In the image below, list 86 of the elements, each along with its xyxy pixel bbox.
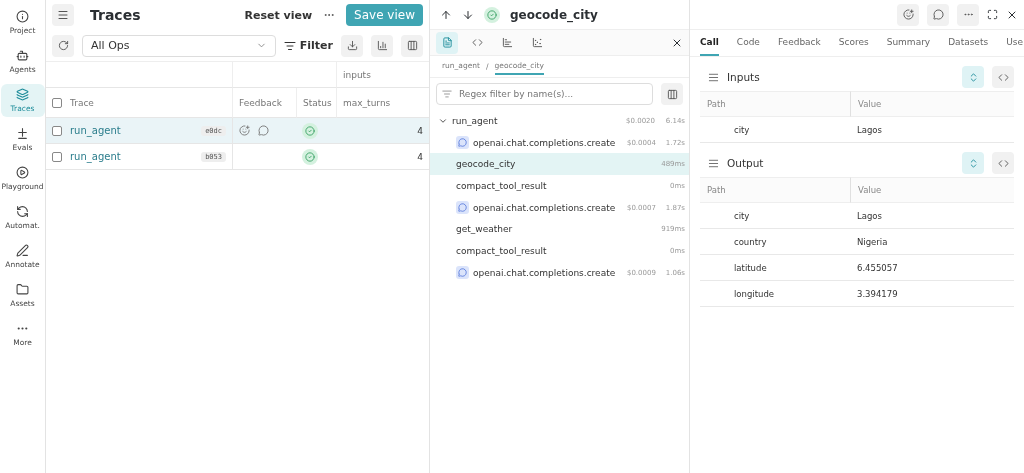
- value-cell: 6.455057: [850, 255, 1014, 281]
- trace-link[interactable]: run_agent: [70, 125, 194, 136]
- chat-icon: [456, 201, 469, 215]
- value-cell: Nigeria: [850, 229, 1014, 255]
- layers-icon: [16, 88, 29, 101]
- column-header: Status: [303, 97, 332, 108]
- path-header: Path: [700, 91, 850, 117]
- download-icon: [346, 40, 358, 51]
- section-title: Inputs: [727, 71, 761, 83]
- path-cell: city: [700, 117, 850, 143]
- columns-button[interactable]: [661, 83, 683, 105]
- max-turns-value: 4: [417, 151, 423, 162]
- detail-tab[interactable]: Use: [1006, 30, 1023, 56]
- detail-tab[interactable]: Feedback: [777, 30, 821, 56]
- column-header: Feedback: [239, 97, 282, 108]
- info-icon: [16, 10, 29, 23]
- robot-icon: [16, 49, 29, 62]
- refresh-icon: [57, 40, 69, 51]
- list-icon: [708, 157, 719, 169]
- chat-icon: [456, 266, 469, 280]
- bar-chart-icon: [501, 37, 513, 48]
- filter-button[interactable]: Filter: [283, 39, 333, 52]
- document-view-tab[interactable]: [436, 31, 458, 54]
- code-view-button[interactable]: [992, 152, 1014, 174]
- detail-tab[interactable]: Call: [700, 30, 719, 56]
- play-icon: [16, 166, 29, 179]
- path-header: Path: [700, 177, 850, 203]
- code-icon: [471, 37, 483, 48]
- detail-tab[interactable]: Datasets: [948, 30, 989, 56]
- next-arrow-icon[interactable]: [462, 8, 474, 21]
- columns-button[interactable]: [401, 34, 423, 57]
- path-cell: latitude: [700, 255, 850, 281]
- document-icon: [441, 37, 453, 48]
- detail-tab[interactable]: Code: [736, 30, 760, 56]
- max-turns-value: 4: [417, 125, 423, 136]
- page-title: Traces: [90, 7, 142, 23]
- add-reaction-button[interactable]: [897, 3, 919, 26]
- value-header: Value: [850, 177, 1014, 203]
- ops-select[interactable]: All Ops: [82, 34, 276, 57]
- column-header: Trace: [70, 97, 94, 108]
- value-cell: Lagos: [850, 117, 1014, 143]
- reset-view-button[interactable]: Reset view: [244, 8, 313, 22]
- column-header: max_turns: [343, 97, 391, 108]
- code-icon: [997, 71, 1009, 83]
- columns-icon: [406, 40, 418, 51]
- add-reaction-icon: [239, 125, 250, 136]
- select-all-checkbox[interactable]: [52, 97, 62, 108]
- row-checkbox[interactable]: [52, 151, 62, 162]
- code-icon: [997, 157, 1009, 169]
- pen-icon: [16, 244, 29, 257]
- menu-icon: [57, 9, 69, 21]
- column-group-header: inputs: [343, 69, 371, 80]
- trace-link[interactable]: run_agent: [70, 151, 194, 162]
- folder-icon: [16, 283, 29, 296]
- path-cell: country: [700, 229, 850, 255]
- bar-chart-icon: [376, 40, 388, 51]
- add-reaction-icon: [902, 9, 914, 20]
- regex-filter-field[interactable]: Regex filter by name(s)...: [436, 83, 653, 105]
- list-icon: [708, 71, 719, 83]
- value-cell: 3.394179: [850, 281, 1014, 307]
- section-title: Output: [727, 157, 765, 169]
- comment-icon: [258, 125, 269, 136]
- call-title: geocode_city: [510, 7, 598, 22]
- plus-minus-icon: [16, 127, 29, 140]
- scatter-chart-icon: [531, 37, 543, 48]
- code-view-button[interactable]: [992, 66, 1014, 88]
- detail-tab[interactable]: Summary: [886, 30, 931, 56]
- row-checkbox[interactable]: [52, 125, 62, 136]
- detail-tab[interactable]: Scores: [838, 30, 869, 56]
- chat-icon: [456, 136, 469, 150]
- path-cell: city: [700, 203, 850, 229]
- refresh-icon: [16, 205, 29, 218]
- previous-arrow-icon[interactable]: [440, 8, 452, 21]
- value-header: Value: [850, 91, 1014, 117]
- filter-icon: [283, 39, 296, 52]
- menu-button[interactable]: [52, 4, 74, 26]
- comment-icon: [932, 9, 944, 20]
- filter-icon: [442, 89, 452, 99]
- columns-icon: [666, 88, 678, 100]
- comment-button[interactable]: [927, 3, 949, 26]
- path-cell: longitude: [700, 281, 850, 307]
- value-cell: Lagos: [850, 203, 1014, 229]
- fullscreen-icon[interactable]: [987, 9, 998, 20]
- chart-button[interactable]: [371, 34, 393, 57]
- refresh-button[interactable]: [52, 34, 74, 57]
- download-button[interactable]: [341, 34, 363, 57]
